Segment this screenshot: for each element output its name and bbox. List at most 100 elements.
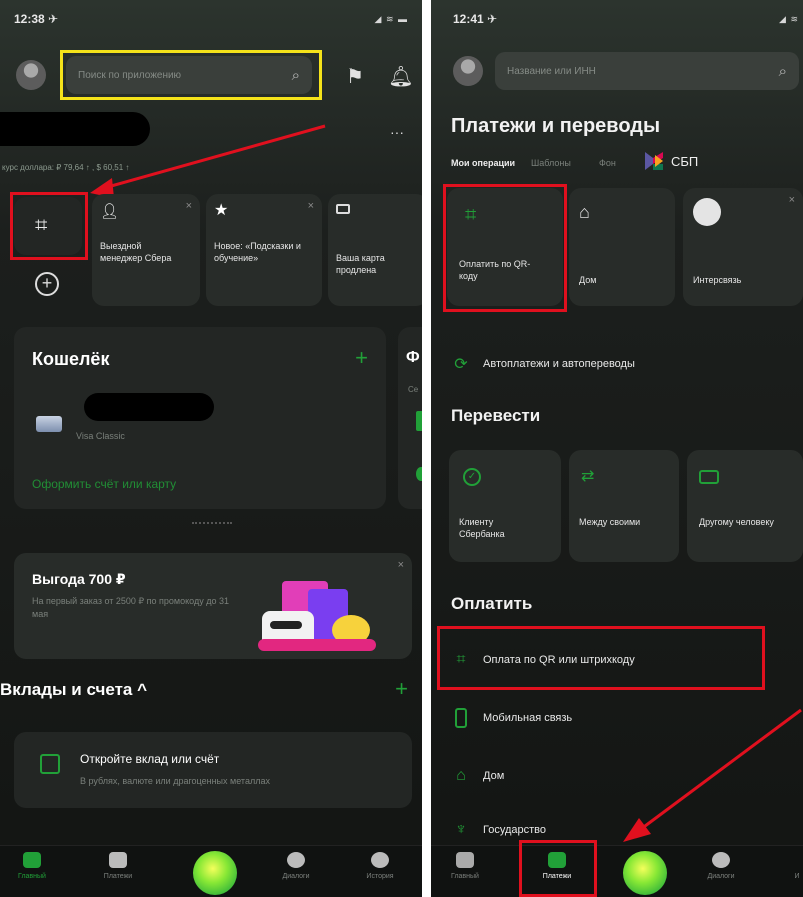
status-icons: ◢ ≋: [779, 14, 799, 24]
assistant-button[interactable]: [193, 851, 237, 895]
tab-templates[interactable]: Шаблоны: [531, 158, 571, 168]
annotation-qr-tile-highlight: [443, 184, 567, 312]
pay-row-home[interactable]: ⌂ Дом: [451, 766, 504, 786]
tab-my-operations[interactable]: Мои операции: [451, 158, 515, 168]
tile-label: Ваша карта продлена: [336, 253, 385, 275]
tile-home[interactable]: ⌂ Дом: [569, 188, 675, 306]
close-icon[interactable]: ×: [789, 194, 795, 206]
pay-title: Оплатить: [451, 594, 533, 613]
flag-icon[interactable]: ⚑: [342, 63, 368, 89]
promo-card[interactable]: Выгода 700 ₽ На первый заказ от 2500 ₽ п…: [14, 553, 412, 659]
payments-icon: [109, 852, 127, 868]
phone-icon: [451, 708, 471, 728]
nav-history[interactable]: История: [352, 852, 408, 880]
tile-label: Выездной менеджер Сбера: [100, 241, 172, 263]
close-icon[interactable]: ×: [398, 559, 404, 571]
side-card-text: Се: [408, 385, 419, 394]
bottom-nav: Главный Платежи Диалоги И: [431, 845, 803, 897]
home-icon: [456, 852, 474, 868]
tab-sbp[interactable]: СБП: [643, 150, 698, 172]
autopayments-row[interactable]: ⟳ Автоплатежи и автопереводы: [451, 354, 635, 374]
search-icon: ⌕: [778, 62, 787, 80]
transfer-title: Перевести: [451, 406, 541, 425]
wallet-card[interactable]: Кошелёк + Visa Classic Оформить счёт или…: [14, 327, 386, 509]
tile-card-renewed[interactable]: Ваша карта продлена: [328, 194, 422, 306]
pay-row-mobile[interactable]: Мобильная связь: [451, 708, 572, 728]
search-input[interactable]: Название или ИНН ⌕: [495, 52, 799, 90]
tile-label: Интерсвязь: [693, 275, 742, 285]
status-time: 12:38 ✈: [14, 12, 59, 26]
history-icon: [371, 852, 389, 868]
separator: [422, 0, 431, 897]
apply-card-link[interactable]: Оформить счёт или карту: [32, 477, 176, 491]
annotation-qr-row-highlight: [437, 626, 765, 690]
more-icon[interactable]: ···: [390, 124, 404, 140]
nav-home[interactable]: Главный: [4, 852, 60, 880]
status-time: 12:41 ✈: [453, 12, 498, 26]
dialogs-icon: [287, 852, 305, 868]
nav-dialogs[interactable]: Диалоги: [268, 852, 324, 880]
open-deposit-title: Откройте вклад или счёт: [80, 752, 220, 766]
card-icon: [336, 204, 350, 214]
promo-illustration: [258, 581, 376, 651]
status-icons: ◢ ≋ ▬: [374, 14, 408, 24]
tile-intersvyaz[interactable]: × Интерсвязь: [683, 188, 803, 306]
card-icon: [699, 470, 719, 484]
pay-row-government[interactable]: ♆ Государство: [451, 820, 546, 840]
nav-payments[interactable]: Платежи: [90, 852, 146, 880]
dialogs-icon: [712, 852, 730, 868]
home-icon: [23, 852, 41, 868]
search-placeholder: Название или ИНН: [507, 65, 596, 77]
tile-tips[interactable]: ★ × Новое: «Подсказки и обучение»: [206, 194, 322, 306]
house-icon: ⌂: [579, 202, 590, 222]
tile-manager[interactable]: 👤︎ × Выездной менеджер Сбера: [92, 194, 200, 306]
left-screen: 12:38 ✈ ◢ ≋ ▬ Поиск по приложению ⌕ ⚑ 🔔︎…: [0, 0, 422, 897]
sbp-label: СБП: [671, 153, 699, 169]
government-icon: ♆: [455, 821, 467, 838]
annotation-qr-highlight: [10, 192, 88, 260]
arrows-icon: ⇄: [581, 468, 595, 485]
assistant-button[interactable]: [623, 851, 667, 895]
avatar[interactable]: [453, 56, 483, 86]
wallet-title: Кошелёк: [32, 349, 110, 369]
person-icon: 👤︎: [100, 203, 120, 220]
add-deposit-icon[interactable]: +: [395, 676, 408, 702]
close-icon[interactable]: ×: [308, 200, 314, 212]
nav-home[interactable]: Главный: [437, 852, 493, 880]
add-shortcut-icon[interactable]: +: [35, 272, 59, 296]
side-card[interactable]: Ф Се: [398, 327, 422, 509]
refresh-icon: ⟳: [454, 356, 468, 373]
transfer-to-client[interactable]: ✓ Клиенту Сбербанка: [449, 450, 561, 562]
tab-background[interactable]: Фон: [599, 158, 616, 168]
star-icon: ★: [214, 202, 229, 219]
annotation-payments-tab-highlight: [519, 840, 597, 897]
safe-icon: [40, 754, 60, 774]
open-deposit-card[interactable]: Откройте вклад или счёт В рублях, валюте…: [14, 732, 412, 808]
tile-label: Дом: [579, 275, 597, 285]
tile-label: Между своими: [579, 517, 641, 527]
pager-dots: [192, 522, 232, 524]
redacted-balance: [84, 393, 214, 421]
open-deposit-desc: В рублях, валюте или драгоценных металла…: [80, 776, 270, 786]
side-card-letter: Ф: [406, 349, 420, 366]
right-screen: 12:41 ✈ ◢ ≋ Название или ИНН ⌕ Платежи и…: [431, 0, 803, 897]
check-circle-icon: ✓: [463, 468, 481, 486]
nav-dialogs[interactable]: Диалоги: [693, 852, 749, 880]
visa-card-icon: [36, 416, 62, 432]
tile-label: Клиенту Сбербанка: [459, 517, 505, 539]
transfer-other-person[interactable]: Другому человеку: [687, 450, 803, 562]
close-icon[interactable]: ×: [186, 200, 192, 212]
bell-icon[interactable]: 🔔︎: [388, 63, 414, 89]
house-icon: ⌂: [456, 767, 466, 784]
avatar[interactable]: [16, 60, 46, 90]
sbp-logo-icon: [645, 152, 663, 170]
deposits-title[interactable]: Вклады и счета ^: [0, 680, 147, 700]
add-icon[interactable]: +: [355, 345, 368, 371]
tile-label: Новое: «Подсказки и обучение»: [214, 241, 301, 263]
nav-history[interactable]: И: [769, 852, 803, 880]
transfer-between-own[interactable]: ⇄ Между своими: [569, 450, 679, 562]
annotation-arrow: [623, 708, 802, 842]
card-type: Visa Classic: [76, 431, 125, 441]
tile-label: Другому человеку: [699, 517, 774, 527]
bottom-nav: Главный Платежи Диалоги История: [0, 845, 422, 897]
